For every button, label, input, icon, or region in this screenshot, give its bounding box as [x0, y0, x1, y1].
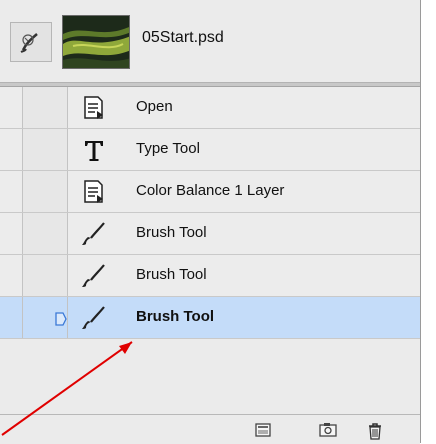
snapshot-thumbnail: [62, 15, 130, 69]
history-brush-source-box[interactable]: [22, 87, 68, 128]
history-brush-icon: [20, 33, 38, 53]
type-tool-icon: [85, 141, 103, 161]
history-brush-source-box[interactable]: [22, 255, 68, 296]
history-state-row[interactable]: Brush Tool: [0, 255, 420, 297]
history-state-row[interactable]: Open: [0, 87, 420, 129]
snapshot-row[interactable]: 05Start.psd: [0, 0, 420, 83]
history-brush-source-box[interactable]: [22, 129, 68, 170]
history-state-row[interactable]: Type Tool: [0, 129, 420, 171]
history-state-row-selected[interactable]: Brush Tool: [0, 297, 420, 339]
document-icon: [84, 180, 103, 203]
history-brush-source-box[interactable]: [22, 171, 68, 212]
document-icon: [84, 96, 103, 119]
history-panel: 05Start.psd Open Type Tool Color Balance…: [0, 0, 421, 444]
history-state-row[interactable]: Color Balance 1 Layer: [0, 171, 420, 213]
history-state-slider-icon[interactable]: [55, 312, 67, 326]
history-state-label: Brush Tool: [136, 224, 207, 241]
new-snapshot-icon[interactable]: [318, 421, 338, 439]
brush-icon: [82, 222, 105, 245]
history-state-label: Color Balance 1 Layer: [136, 182, 285, 199]
brush-icon: [82, 306, 105, 329]
history-brush-source-box[interactable]: [22, 213, 68, 254]
history-state-label: Brush Tool: [136, 308, 215, 325]
brush-icon: [82, 264, 105, 287]
history-panel-footer: [0, 414, 420, 444]
history-state-label: Type Tool: [136, 140, 200, 157]
snapshot-name: 05Start.psd: [142, 29, 224, 46]
new-document-from-state-icon[interactable]: [254, 421, 272, 439]
history-state-row[interactable]: Brush Tool: [0, 213, 420, 255]
history-state-label: Open: [136, 98, 173, 115]
history-state-list: Open Type Tool Color Balance 1 Layer Bru…: [0, 87, 420, 339]
delete-state-icon[interactable]: [366, 421, 384, 441]
history-brush-source-box[interactable]: [10, 22, 52, 62]
history-state-label: Brush Tool: [136, 266, 207, 283]
